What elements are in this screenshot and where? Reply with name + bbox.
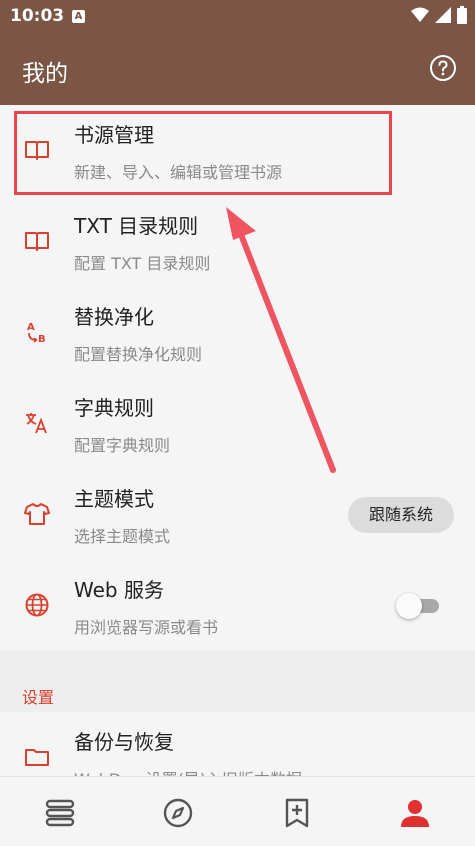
bookshelf-icon[interactable] [44, 797, 76, 829]
item-title: TXT 目录规则 [74, 214, 199, 238]
item-txt-toc-rules[interactable]: TXT 目录规则 配置 TXT 目录规则 [0, 196, 475, 287]
page-title: 我的 [22, 61, 68, 87]
item-subtitle: 选择主题模式 [74, 527, 171, 546]
settings-section-label: 设置 [22, 688, 55, 707]
item-title: 备份与恢复 [74, 730, 174, 754]
item-title: Web 服务 [74, 578, 164, 602]
settings-card: 备份与恢复 WebDav 设置(导)入旧版本数据 [0, 712, 475, 776]
content: 书源管理 新建、导入、编辑或管理书源 TXT 目录规则 配置 TXT 目录规则 … [0, 105, 475, 776]
item-title: 主题模式 [74, 487, 154, 511]
globe-icon [25, 593, 49, 617]
translate-icon [26, 413, 47, 434]
theme-mode-value-button[interactable]: 跟随系统 [348, 497, 454, 533]
item-subtitle: 用浏览器写源或看书 [74, 618, 219, 637]
wifi-icon [411, 7, 429, 22]
item-backup-restore[interactable]: 备份与恢复 WebDav 设置(导)入旧版本数据 [0, 712, 475, 776]
battery-icon [457, 6, 467, 24]
shirt-icon [24, 503, 50, 525]
item-subtitle: 配置 TXT 目录规则 [74, 254, 211, 273]
item-title: 字典规则 [74, 396, 154, 420]
web-service-toggle-knob[interactable] [396, 593, 422, 619]
bookmark-add-icon[interactable] [281, 797, 313, 829]
help-icon[interactable] [429, 54, 457, 82]
item-subtitle: 配置字典规则 [74, 436, 171, 455]
folder-icon [25, 749, 49, 766]
item-subtitle: WebDav 设置(导)入旧版本数据 [74, 766, 302, 776]
compass-icon[interactable] [162, 797, 194, 829]
app-bar: 我的 [0, 34, 475, 105]
highlight-box [14, 111, 392, 195]
item-replace-purify[interactable]: A B 替换净化 配置替换净化规则 [0, 287, 475, 378]
item-title: 替换净化 [74, 305, 154, 329]
book-open-icon [25, 232, 49, 251]
status-bar: 10:03 A [0, 0, 475, 34]
notification-a-icon: A [72, 10, 85, 23]
svg-text:A: A [27, 322, 35, 333]
svg-text:B: B [38, 334, 46, 345]
bottom-nav [0, 776, 475, 846]
person-icon[interactable] [399, 797, 431, 829]
item-dictionary-rules[interactable]: 字典规则 配置字典规则 [0, 378, 475, 469]
status-icons [411, 6, 467, 24]
signal-icon [435, 7, 451, 23]
replace-ab-icon: A B [27, 322, 46, 345]
status-time: 10:03 [10, 6, 65, 26]
item-subtitle: 配置替换净化规则 [74, 345, 203, 364]
